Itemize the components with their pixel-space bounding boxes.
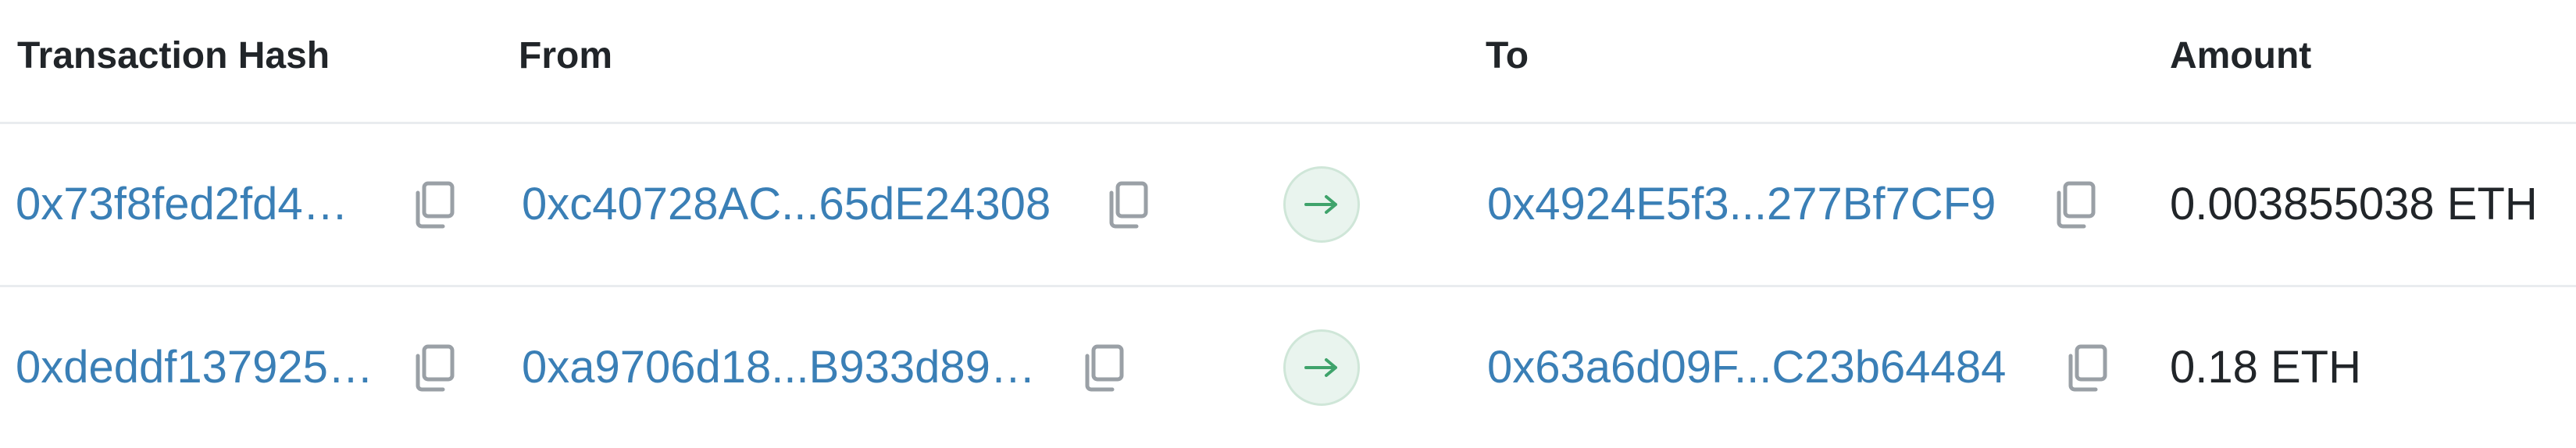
from-address-link[interactable]: 0xc40728AC...65dE24308 (522, 177, 1051, 232)
copy-icon[interactable] (1105, 180, 1151, 229)
arrow-right-icon (1283, 329, 1360, 406)
transaction-hash-link[interactable]: 0xdeddf137925… (16, 340, 373, 395)
amount-value: 0.003855038 ETH (2170, 179, 2538, 229)
copy-icon[interactable] (1081, 343, 1126, 392)
table-row: 0x73f8fed2fd4… 0xc40728AC...65dE24308 0x… (0, 124, 2576, 287)
transactions-table: Transaction Hash From To Amount 0x73f8fe… (0, 0, 2576, 440)
transaction-hash-link[interactable]: 0x73f8fed2fd4… (16, 177, 348, 232)
from-address-link[interactable]: 0xa9706d18...B933d89… (522, 340, 1036, 395)
copy-icon[interactable] (2053, 180, 2098, 229)
table-row: 0xdeddf137925… 0xa9706d18...B933d89… 0x6… (0, 287, 2576, 448)
header-transaction-hash: Transaction Hash (17, 35, 330, 76)
copy-icon[interactable] (412, 343, 457, 392)
to-address-link[interactable]: 0x63a6d09F...C23b64484 (1487, 340, 2006, 395)
to-address-link[interactable]: 0x4924E5f3...277Bf7CF9 (1487, 177, 1996, 232)
copy-icon[interactable] (2064, 343, 2110, 392)
amount-value: 0.18 ETH (2170, 342, 2361, 393)
copy-icon[interactable] (412, 180, 457, 229)
header-to: To (1486, 35, 1529, 76)
table-header: Transaction Hash From To Amount (0, 0, 2576, 124)
arrow-right-icon (1283, 166, 1360, 243)
header-from: From (519, 35, 612, 76)
header-amount: Amount (2170, 35, 2312, 76)
